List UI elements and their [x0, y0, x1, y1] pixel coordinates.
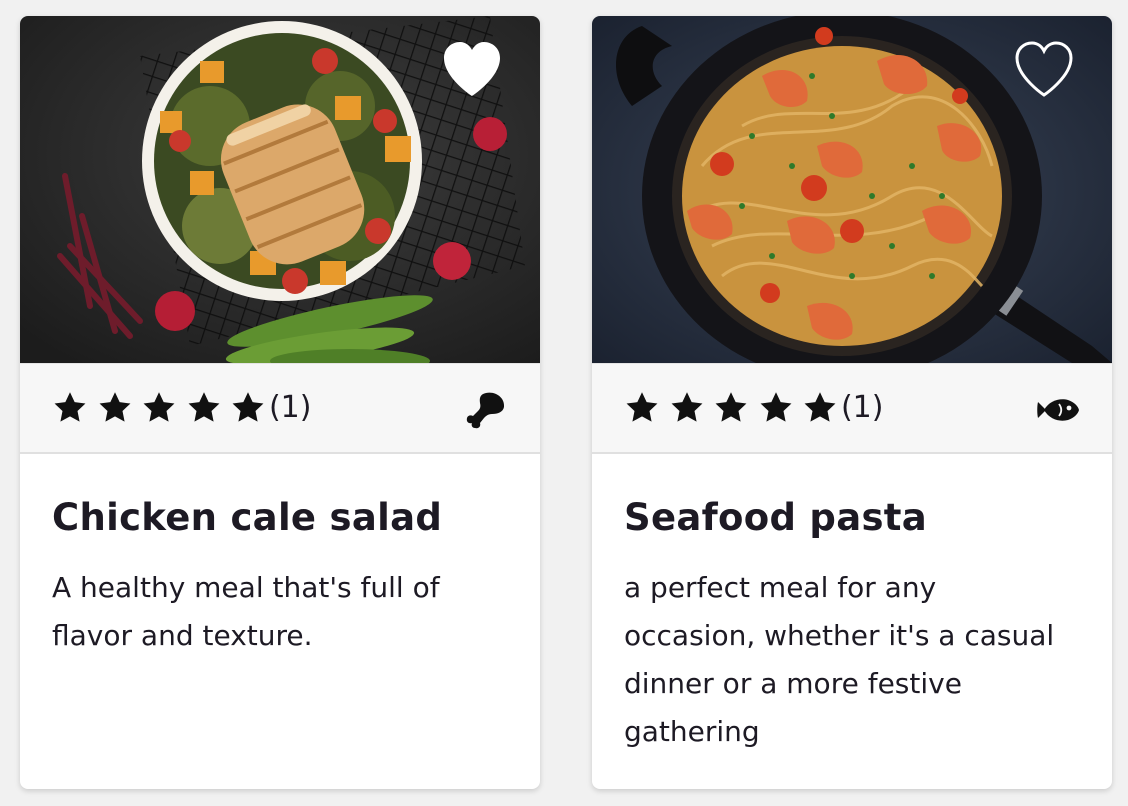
star-icon [143, 392, 175, 422]
star-icon [804, 392, 836, 422]
star-icon [99, 392, 131, 422]
star-icon [188, 392, 220, 422]
star-icon [671, 392, 703, 422]
recipe-card[interactable]: (1) Chicken cale salad A healthy meal th… [20, 16, 540, 789]
rating-bar: (1) [20, 363, 540, 454]
star-rating: (1) [52, 390, 311, 426]
heart-filled-icon [444, 42, 500, 96]
rating-count: (1) [840, 390, 884, 425]
star-icon [54, 392, 86, 422]
star-rating: (1) [624, 390, 883, 426]
rating-count: (1) [268, 390, 312, 425]
favorite-button[interactable] [440, 40, 504, 100]
heart-outline-icon [1015, 41, 1073, 97]
fish-icon [1032, 390, 1080, 430]
recipe-description: a perfect meal for any occasion, whether… [624, 571, 1055, 748]
recipe-description: A healthy meal that's full of flavor and… [52, 571, 440, 652]
chicken-drumstick-icon [460, 390, 508, 430]
star-icon [715, 392, 747, 422]
star-icon [232, 392, 264, 422]
recipe-photo[interactable] [592, 16, 1112, 363]
recipe-title[interactable]: Chicken cale salad [52, 490, 508, 546]
favorite-button[interactable] [1012, 40, 1076, 100]
star-icon [626, 392, 658, 422]
recipe-photo[interactable] [20, 16, 540, 363]
recipe-card[interactable]: (1) Seafood pasta a perfect meal for any… [592, 16, 1112, 789]
recipe-title[interactable]: Seafood pasta [624, 490, 1080, 546]
star-icon [760, 392, 792, 422]
rating-bar: (1) [592, 363, 1112, 454]
